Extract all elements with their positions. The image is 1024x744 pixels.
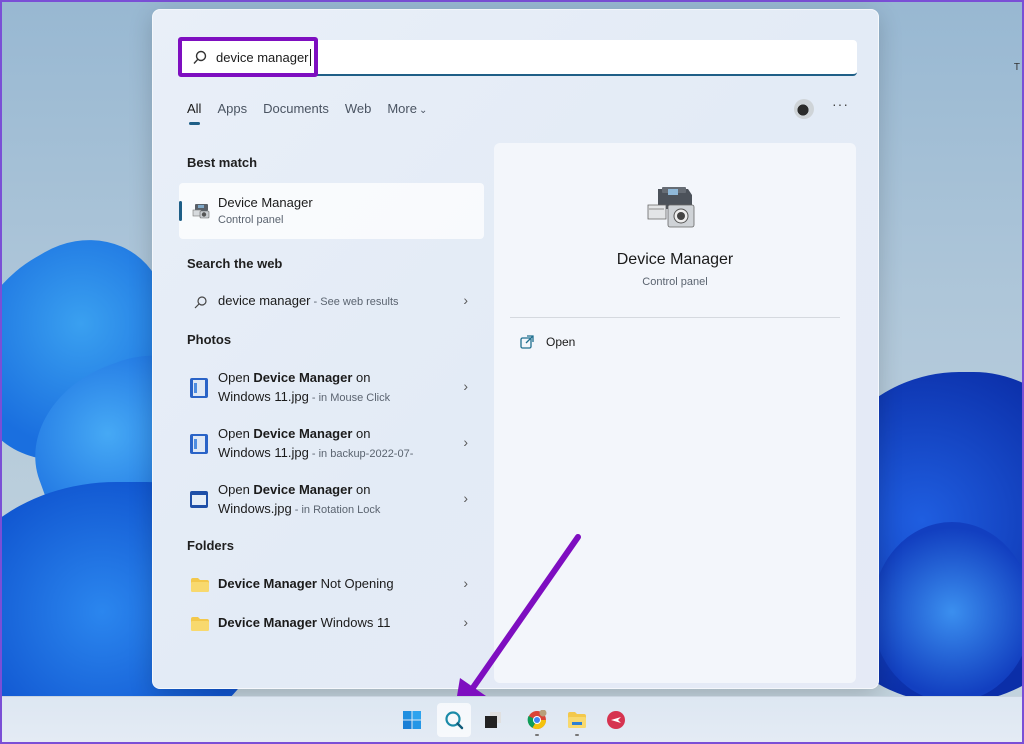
folder-title: Device Manager Windows 11: [218, 615, 391, 630]
windows-logo-icon: [403, 711, 421, 729]
search-icon: [445, 711, 464, 730]
edge-text-fragment: T: [1013, 62, 1020, 73]
photo-title: Open Device Manager on: [218, 482, 371, 497]
taskbar: [2, 696, 1022, 742]
device-manager-icon: [192, 204, 210, 219]
chevron-right-icon: ›: [463, 292, 468, 308]
tab-more-label: More: [387, 101, 417, 116]
preview-title: Device Manager: [616, 251, 734, 268]
tab-all[interactable]: All: [187, 101, 201, 125]
preview-subtitle: Control panel: [642, 276, 708, 288]
folder-icon: [191, 617, 209, 631]
photo-filename: Windows 11.jpg - in Mouse Click: [218, 389, 391, 404]
filter-tabs: All Apps Documents Web More ⌄: [187, 101, 443, 125]
running-indicator: [575, 734, 579, 736]
search-panel: device manager All Apps Documents Web Mo…: [152, 9, 879, 689]
photo-title: Open Device Manager on: [218, 426, 371, 441]
chevron-right-icon: ›: [463, 434, 468, 450]
chrome-icon: [527, 710, 547, 730]
web-search-text: device manager - See web results: [218, 293, 399, 308]
section-search-web: Search the web: [187, 256, 283, 271]
web-search-result[interactable]: device manager - See web results ›: [179, 292, 484, 313]
photo-title: Open Device Manager on: [218, 370, 371, 385]
taskbar-start-button[interactable]: [395, 703, 429, 737]
search-icon: [194, 296, 207, 309]
divider: [510, 317, 840, 318]
more-options-button[interactable]: ···: [832, 96, 849, 112]
annotation-highlight-box: [178, 37, 318, 77]
folder-result[interactable]: Device Manager Not Opening ›: [179, 575, 484, 596]
taskbar-app-button[interactable]: [599, 703, 633, 737]
selection-indicator: [179, 201, 182, 221]
folder-icon: [191, 578, 209, 592]
user-avatar[interactable]: [794, 99, 814, 119]
folder-result[interactable]: Device Manager Windows 11 ›: [179, 614, 484, 635]
web-suffix: - See web results: [310, 296, 399, 308]
chevron-right-icon: ›: [463, 490, 468, 506]
best-match-result[interactable]: Device Manager Control panel: [179, 183, 484, 239]
image-file-icon: [190, 434, 208, 454]
photo-result[interactable]: Open Device Manager on Windows 11.jpg - …: [179, 426, 484, 466]
open-external-icon: [520, 335, 534, 349]
taskbar-file-explorer-button[interactable]: [560, 703, 594, 737]
tab-web[interactable]: Web: [345, 101, 372, 116]
tab-apps[interactable]: Apps: [217, 101, 247, 116]
folder-icon: [568, 712, 586, 728]
taskbar-task-view-button[interactable]: [476, 703, 510, 737]
wallpaper-bloom: [872, 522, 1022, 702]
open-button[interactable]: Open: [520, 335, 575, 349]
task-view-icon: [485, 712, 501, 728]
tab-documents[interactable]: Documents: [263, 101, 329, 116]
best-match-subtitle: Control panel: [218, 214, 284, 226]
app-icon: [607, 711, 625, 729]
folder-title: Device Manager Not Opening: [218, 576, 394, 591]
device-manager-icon: [647, 187, 695, 228]
section-folders: Folders: [187, 538, 234, 553]
chevron-right-icon: ›: [463, 614, 468, 630]
open-label: Open: [546, 335, 576, 349]
chevron-right-icon: ›: [463, 378, 468, 394]
section-best-match: Best match: [187, 155, 258, 170]
image-file-icon: [190, 378, 208, 398]
image-file-icon: [190, 491, 208, 508]
web-query: device manager: [218, 293, 311, 308]
best-match-title: Device Manager: [218, 195, 313, 210]
photo-result[interactable]: Open Device Manager on Windows 11.jpg - …: [179, 370, 484, 410]
photo-filename: Windows.jpg - in Rotation Lock: [218, 501, 381, 516]
photo-result[interactable]: Open Device Manager on Windows.jpg - in …: [179, 482, 484, 522]
tab-more[interactable]: More ⌄: [387, 101, 427, 116]
chevron-down-icon: ⌄: [418, 105, 428, 116]
photo-filename: Windows 11.jpg - in backup-2022-07-: [218, 445, 414, 460]
running-indicator: [535, 734, 539, 736]
chevron-right-icon: ›: [463, 575, 468, 591]
taskbar-chrome-button[interactable]: [520, 703, 554, 737]
preview-pane: Device Manager Control panel Open: [494, 143, 856, 683]
section-photos: Photos: [187, 332, 232, 347]
taskbar-search-button[interactable]: [437, 703, 471, 737]
